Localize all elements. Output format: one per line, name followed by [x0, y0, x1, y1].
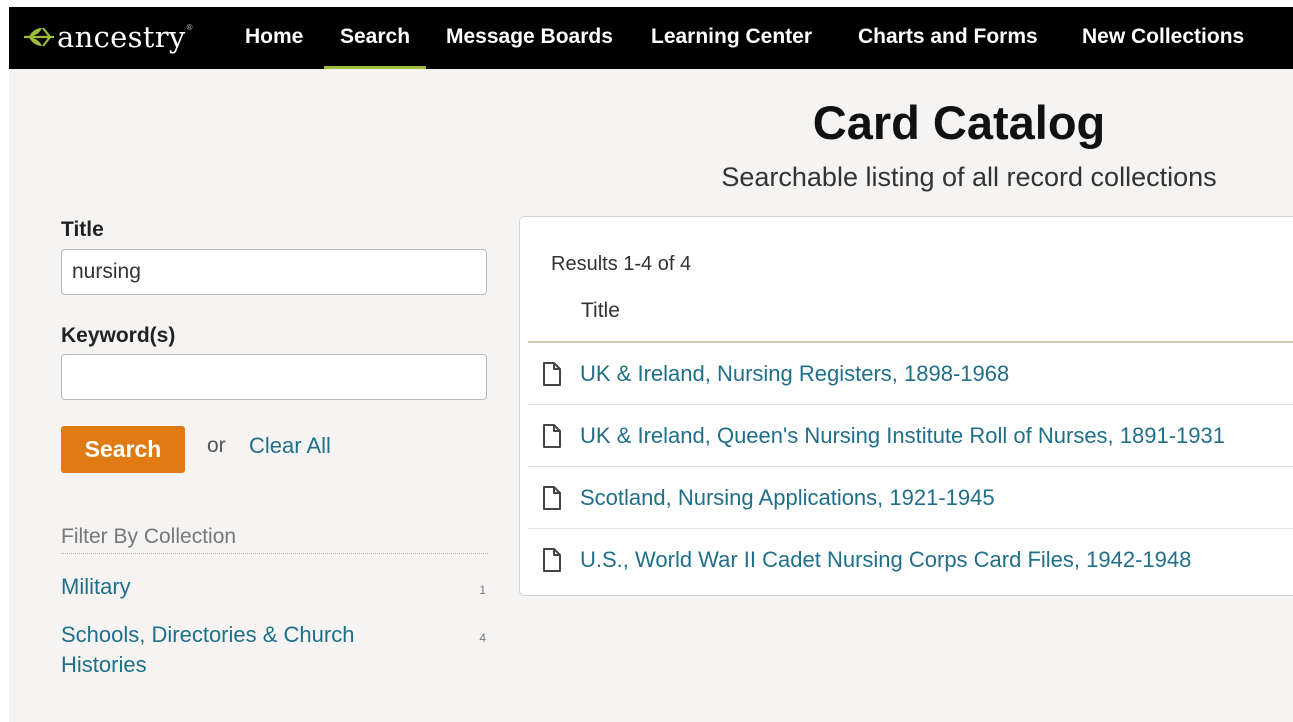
results-count: Results 1-4 of 4: [551, 253, 692, 275]
top-nav: ancestry ® Home Search Message Boards Le…: [9, 7, 1293, 69]
filter-item-label[interactable]: Schools, Directories & Church Histories: [61, 620, 391, 680]
results-panel: Results 1-4 of 4 Title UK & Ireland, Nur…: [519, 216, 1293, 596]
logo-text: ancestry: [57, 19, 186, 54]
document-icon: [543, 485, 561, 510]
keyword-label: Keyword(s): [61, 324, 176, 347]
nav-search[interactable]: Search: [323, 7, 427, 69]
page-title: Card Catalog: [812, 96, 1106, 149]
result-title-link[interactable]: UK & Ireland, Nursing Registers, 1898-19…: [580, 361, 1009, 387]
document-icon: [543, 548, 561, 572]
nav-message-boards[interactable]: Message Boards: [446, 7, 613, 69]
filter-item-count: 1: [479, 583, 486, 597]
search-button[interactable]: Search: [61, 426, 185, 473]
page: ancestry ® Home Search Message Boards Le…: [9, 7, 1293, 722]
nav-new-collections[interactable]: New Collections: [1082, 7, 1244, 69]
ancestry-logo[interactable]: ancestry ®: [23, 19, 192, 55]
clear-all-link[interactable]: Clear All: [249, 433, 331, 459]
logo-trademark: ®: [186, 23, 193, 32]
result-title-link[interactable]: U.S., World War II Cadet Nursing Corps C…: [580, 547, 1191, 573]
filter-heading: Filter By Collection: [61, 525, 488, 554]
filter-item-military[interactable]: Military 1: [61, 572, 488, 602]
result-title-link[interactable]: Scotland, Nursing Applications, 1921-194…: [580, 485, 995, 511]
column-header-title[interactable]: Title: [581, 299, 620, 323]
filter-item-count: 4: [479, 631, 486, 645]
page-subtitle: Searchable listing of all record collect…: [721, 162, 1217, 192]
keyword-input[interactable]: [61, 354, 487, 400]
title-input[interactable]: [61, 249, 487, 295]
nav-learning-center[interactable]: Learning Center: [651, 7, 812, 69]
result-row[interactable]: UK & Ireland, Nursing Registers, 1898-19…: [528, 343, 1293, 405]
result-title-link[interactable]: UK & Ireland, Queen's Nursing Institute …: [580, 423, 1225, 449]
document-icon: [543, 423, 561, 448]
nav-charts-and-forms[interactable]: Charts and Forms: [858, 7, 1038, 69]
result-row[interactable]: U.S., World War II Cadet Nursing Corps C…: [528, 529, 1293, 591]
document-icon: [543, 361, 561, 386]
result-row[interactable]: Scotland, Nursing Applications, 1921-194…: [528, 467, 1293, 529]
filter-item-schools[interactable]: Schools, Directories & Church Histories …: [61, 620, 488, 680]
filter-item-label[interactable]: Military: [61, 572, 391, 602]
result-row[interactable]: UK & Ireland, Queen's Nursing Institute …: [528, 405, 1293, 467]
nav-home[interactable]: Home: [245, 7, 303, 69]
leaf-logo-icon: [24, 27, 54, 47]
title-label: Title: [61, 218, 104, 241]
or-text: or: [207, 434, 226, 457]
